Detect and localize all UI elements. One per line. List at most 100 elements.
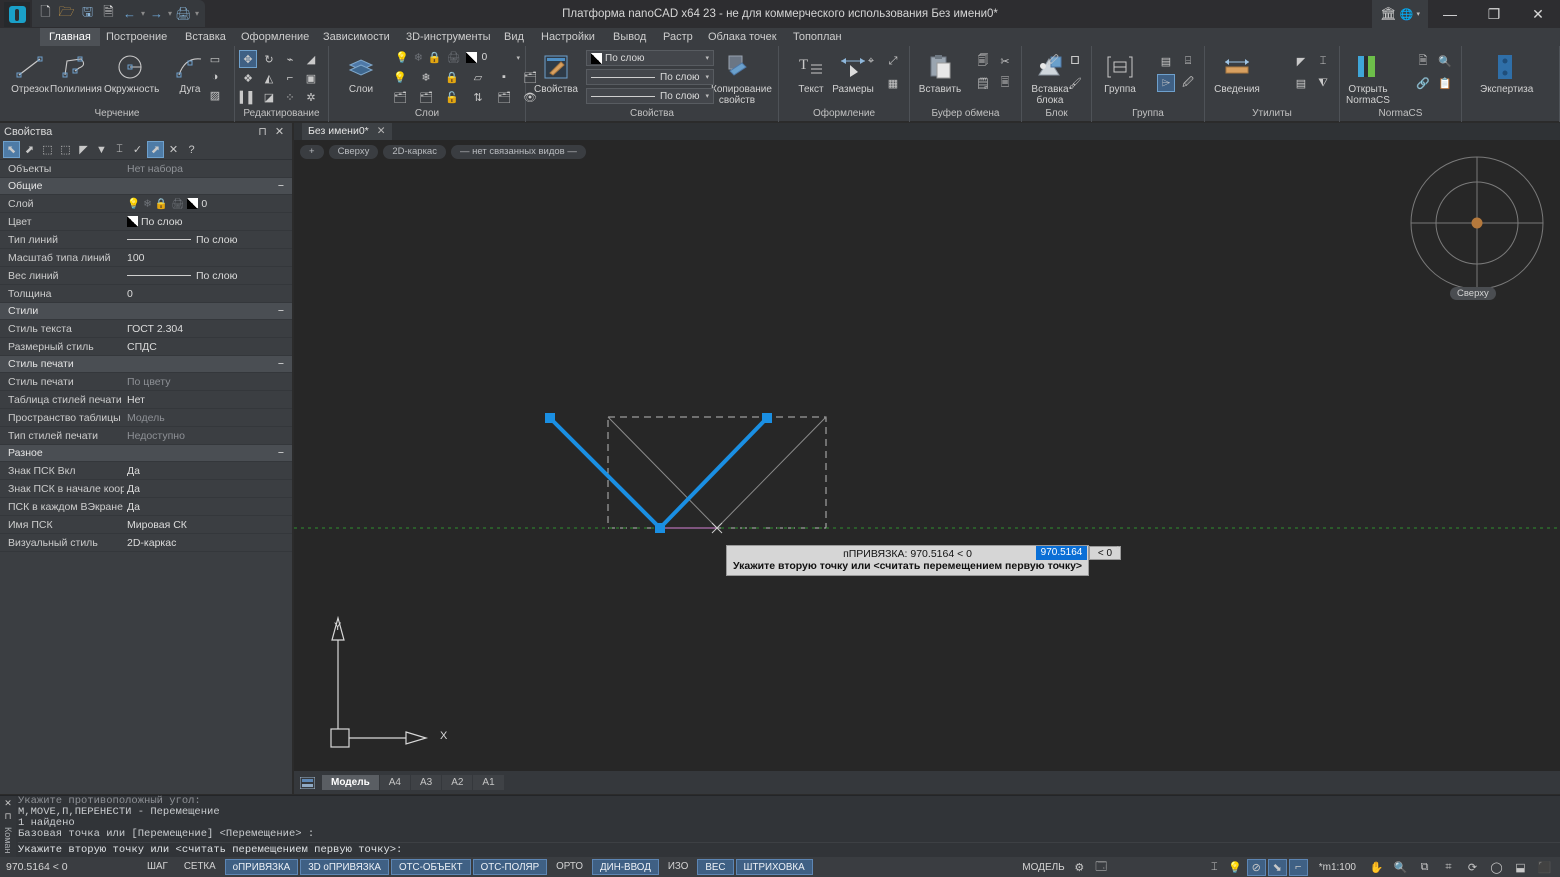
property-row[interactable]: Тип линийПо слою	[0, 231, 292, 249]
clean-screen-icon[interactable]: ⬓	[1511, 859, 1530, 876]
paste-special-icon[interactable]: 🗒	[974, 74, 992, 92]
property-section-3[interactable]: Разное−	[0, 445, 292, 462]
ribbon-tab-9[interactable]: Растр	[654, 28, 702, 46]
ribbon-tab-5[interactable]: 3D-инструменты	[397, 28, 500, 46]
combo-caret-icon[interactable]: ▾	[705, 92, 709, 100]
property-section-0[interactable]: Общие−	[0, 178, 292, 195]
ucs-icon[interactable]: ⌐	[1289, 859, 1308, 876]
ribbon-button-expertise-0[interactable]: Экспертиза	[1480, 50, 1532, 95]
property-combo-lineweight[interactable]: По слою▾	[586, 88, 714, 104]
property-row-objects[interactable]: ОбъектыНет набора	[0, 160, 292, 178]
status-right-group[interactable]: МОДЕЛЬ ⚙ 🗔 ⌶💡⊘⬊⌐ *m1:100 ✋🔍⧉⌗⟳◯⬓⬛	[1022, 859, 1560, 876]
hatch-icon[interactable]: ▨	[206, 86, 224, 104]
scale-icon[interactable]: ◪	[260, 88, 278, 106]
layer-dropdown-caret[interactable]: ▾	[516, 54, 520, 62]
order-icon[interactable]: ▤	[1292, 74, 1310, 92]
cut-icon[interactable]: ✂	[996, 52, 1014, 70]
model-space-icon[interactable]: ⚙	[1070, 859, 1089, 876]
ribbon-button-normacs-0[interactable]: Открыть NormaCS	[1342, 50, 1394, 106]
rotate-icon[interactable]: ↻	[260, 50, 278, 68]
property-section-1[interactable]: Стили−	[0, 303, 292, 320]
layer-tool-4-icon[interactable]: ▪	[495, 68, 513, 86]
no-select-icon[interactable]: ⊘	[1247, 859, 1266, 876]
pin-icon[interactable]: ⊓	[254, 123, 271, 140]
normacs-link-icon[interactable]: 🔗	[1414, 74, 1432, 92]
layer-color-swatch[interactable]	[466, 52, 477, 63]
leader-icon[interactable]: ⤢	[884, 52, 902, 70]
rectangle-icon[interactable]: ▭	[206, 50, 224, 68]
fillet-icon[interactable]: ⌐	[281, 69, 299, 87]
property-value[interactable]: СПДС	[124, 341, 292, 353]
status-toggle-штриховка[interactable]: ШТРИХОВКА	[736, 859, 813, 875]
property-combo-color[interactable]: По слою▾	[586, 50, 714, 66]
annotation-scale-icon[interactable]: ⌶	[1205, 859, 1224, 876]
viewcube-label[interactable]: Сверху	[1450, 287, 1496, 300]
drawing-canvas[interactable]: Y X Сверху	[294, 140, 1560, 771]
ribbon-tab-6[interactable]: Вид	[495, 28, 533, 46]
property-row[interactable]: Вес линийПо слою	[0, 267, 292, 285]
fullscreen-icon[interactable]: ⬛	[1535, 859, 1554, 876]
layer-tool-8-icon[interactable]: 🔓	[443, 88, 461, 106]
model-layout-tab-bar[interactable]: МодельA4A3A2A1	[294, 771, 1560, 794]
ribbon-tab-strip[interactable]: ГлавнаяПостроениеВставкаОформлениеЗависи…	[0, 28, 1560, 46]
ribbon-button-clipboard-0[interactable]: Вставить	[914, 50, 966, 95]
normacs-paste-icon[interactable]: 📋	[1436, 74, 1454, 92]
snap-cursor-icon[interactable]: ⬊	[1268, 859, 1287, 876]
ribbon-button-drawing-0[interactable]: Отрезок	[4, 50, 56, 95]
group-edit-icon[interactable]: 🖉	[1179, 74, 1197, 92]
ribbon-button-properties-1[interactable]: Копирование свойств	[711, 50, 763, 106]
property-value[interactable]: 100	[124, 252, 292, 264]
document-tab[interactable]: Без имени0* ✕	[302, 123, 392, 140]
centermark-icon[interactable]: ⌖	[862, 52, 880, 70]
help-globe-icon[interactable]: 🌐	[1400, 8, 1414, 21]
deselect-icon[interactable]: ✕	[165, 141, 182, 158]
explode-icon[interactable]: ✲	[302, 88, 320, 106]
array-icon[interactable]: ▣	[302, 69, 320, 87]
status-toggle-дин-ввод[interactable]: ДИН-ВВОД	[592, 859, 659, 875]
document-tab-close-icon[interactable]: ✕	[377, 123, 386, 140]
property-value[interactable]: Да	[124, 483, 292, 495]
layer-tool-10-icon[interactable]: 🗂	[495, 88, 513, 106]
verify-select-icon[interactable]: ✓	[129, 141, 146, 158]
ribbon-tab-3[interactable]: Оформление	[232, 28, 318, 46]
view-control-bar[interactable]: +Сверху2D-каркас— нет связанных видов —	[300, 145, 586, 159]
grip-right-end[interactable]	[762, 413, 772, 423]
layer-tool-2-icon[interactable]: 🔒	[443, 68, 461, 86]
lightbulb-icon[interactable]: 💡	[1226, 859, 1245, 876]
ribbon-tab-7[interactable]: Настройки	[532, 28, 604, 46]
layer-tool-9-icon[interactable]: ⇅	[469, 88, 487, 106]
ribbon-tab-8[interactable]: Вывод	[604, 28, 655, 46]
grip-points[interactable]	[545, 413, 772, 533]
quick-select-icon[interactable]: ⌶	[1314, 52, 1332, 70]
status-toggle-вес[interactable]: ВЕС	[697, 859, 733, 875]
model-tab-3[interactable]: A2	[442, 775, 472, 790]
line-right[interactable]	[660, 418, 767, 528]
group-list-icon[interactable]: ▤	[1157, 52, 1175, 70]
command-input[interactable]: Укажите вторую точку или <считать переме…	[18, 842, 1560, 855]
layer-tool-6-icon[interactable]: 🗂	[391, 88, 409, 106]
ribbon-tab-2[interactable]: Вставка	[176, 28, 235, 46]
property-row[interactable]: Толщина0	[0, 285, 292, 303]
layer-tool-1-icon[interactable]: ❄	[417, 68, 435, 86]
block-tool-icon[interactable]: 🖌	[1066, 74, 1084, 92]
zoom-extents-icon[interactable]: ⌗	[1439, 859, 1458, 876]
view-pill-2[interactable]: 2D-каркас	[383, 145, 446, 159]
property-value[interactable]: ГОСТ 2.304	[124, 323, 292, 335]
ribbon-tab-0[interactable]: Главная	[40, 28, 100, 46]
command-close-icon[interactable]: ✕	[4, 798, 12, 809]
crossing-select-icon[interactable]: ⬚	[57, 141, 74, 158]
select-by-prop-icon[interactable]: ⌶	[111, 141, 128, 158]
property-row[interactable]: Слой💡❄🔒🖨0	[0, 195, 292, 213]
layer-tool-7-icon[interactable]: 🗂	[417, 88, 435, 106]
status-toggle-шаг[interactable]: ШАГ	[140, 859, 175, 875]
collapse-icon[interactable]: −	[278, 358, 284, 370]
status-toggle-3d-опривязка[interactable]: 3D оПРИВЯЗКА	[300, 859, 389, 875]
status-toggle-отс-объект[interactable]: ОТС-ОБЪЕКТ	[391, 859, 471, 875]
workspace-icon[interactable]: 🏛	[1380, 6, 1397, 22]
dynamic-input-distance-field[interactable]: 970.5164	[1036, 546, 1087, 560]
status-toggle-отс-поляр[interactable]: ОТС-ПОЛЯР	[473, 859, 548, 875]
property-row[interactable]: Тип стилей печатиНедоступно	[0, 427, 292, 445]
property-value[interactable]: 💡❄🔒🖨0	[124, 197, 292, 210]
combo-caret-icon[interactable]: ▾	[705, 73, 709, 81]
collapse-icon[interactable]: −	[278, 447, 284, 459]
